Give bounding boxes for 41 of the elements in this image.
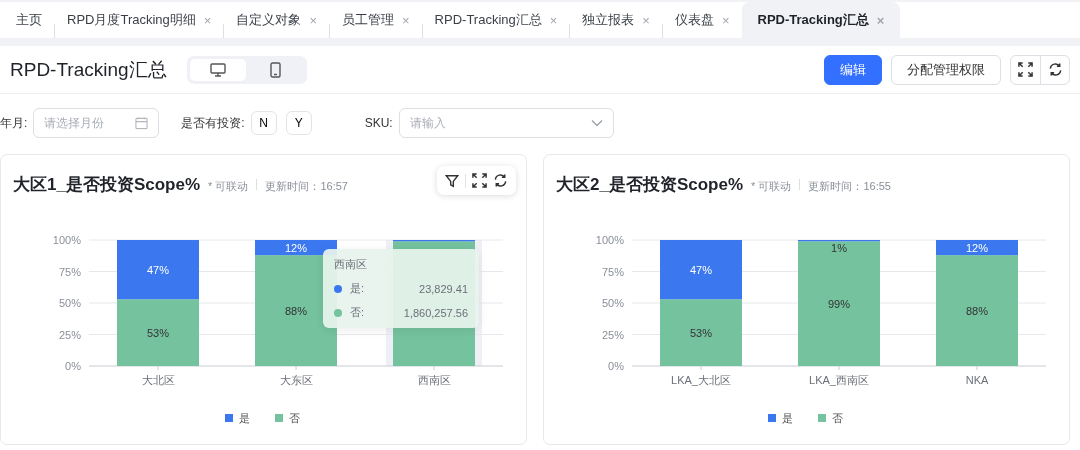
axis-tick-label: 75%: [601, 265, 624, 278]
bar-value-label: 53%: [147, 326, 169, 339]
linkable-note: * 可联动: [208, 179, 249, 194]
tooltip-series: 是:: [350, 281, 366, 296]
bar-value-label: 1%: [831, 242, 847, 254]
filter-label: SKU:: [364, 116, 393, 130]
linkable-note: * 可联动: [751, 179, 792, 194]
tooltip-series: 否:: [350, 305, 366, 320]
card-title: 大区2_是否投资Scope%: [556, 174, 744, 196]
filter-label: 是否有投资:: [181, 114, 245, 132]
bar-value-label: 53%: [690, 326, 712, 339]
update-time: 更新时间：16:57: [265, 179, 348, 194]
axis-tick-label: 100%: [52, 234, 81, 246]
bar-value-label: 99%: [828, 297, 850, 310]
axis-tick-label: 50%: [58, 297, 81, 309]
bar-value-label: 47%: [690, 263, 712, 276]
bar-value-label: 12%: [966, 241, 988, 254]
bar-value-label: 47%: [147, 263, 169, 276]
axis-tick-label: 25%: [601, 328, 624, 341]
tooltip-value: 23,829.41: [419, 282, 468, 295]
axis-tick-label: 100%: [595, 234, 624, 246]
axis-tick-label: 0%: [65, 360, 81, 372]
axis-tick-label: 0%: [608, 360, 624, 372]
tooltip-value: 1,860,257.56: [403, 306, 468, 319]
bar-value-label: 88%: [285, 304, 307, 317]
update-time: 更新时间：16:55: [808, 179, 891, 194]
axis-category-label: 大北区: [141, 374, 175, 386]
axis-tick-label: 25%: [58, 328, 81, 341]
axis-category-label: LKA_大北区: [671, 374, 731, 386]
axis-category-label: 大东区: [279, 374, 313, 386]
axis-category-label: 西南区: [417, 374, 451, 386]
tooltip-title: 西南区: [334, 257, 368, 272]
bar-value-label: 88%: [966, 304, 988, 317]
axis-tick-label: 75%: [58, 265, 81, 278]
axis-category-label: LKA_西南区: [809, 374, 869, 386]
page-title: RPD-Tracking汇总: [10, 57, 167, 82]
axis-category-label: NKA: [965, 374, 989, 386]
axis-tick-label: 50%: [601, 297, 624, 309]
bar-value-label: 12%: [285, 241, 307, 254]
filter-label: 年月:: [0, 114, 28, 132]
card-title: 大区1_是否投资Scope%: [13, 174, 201, 196]
